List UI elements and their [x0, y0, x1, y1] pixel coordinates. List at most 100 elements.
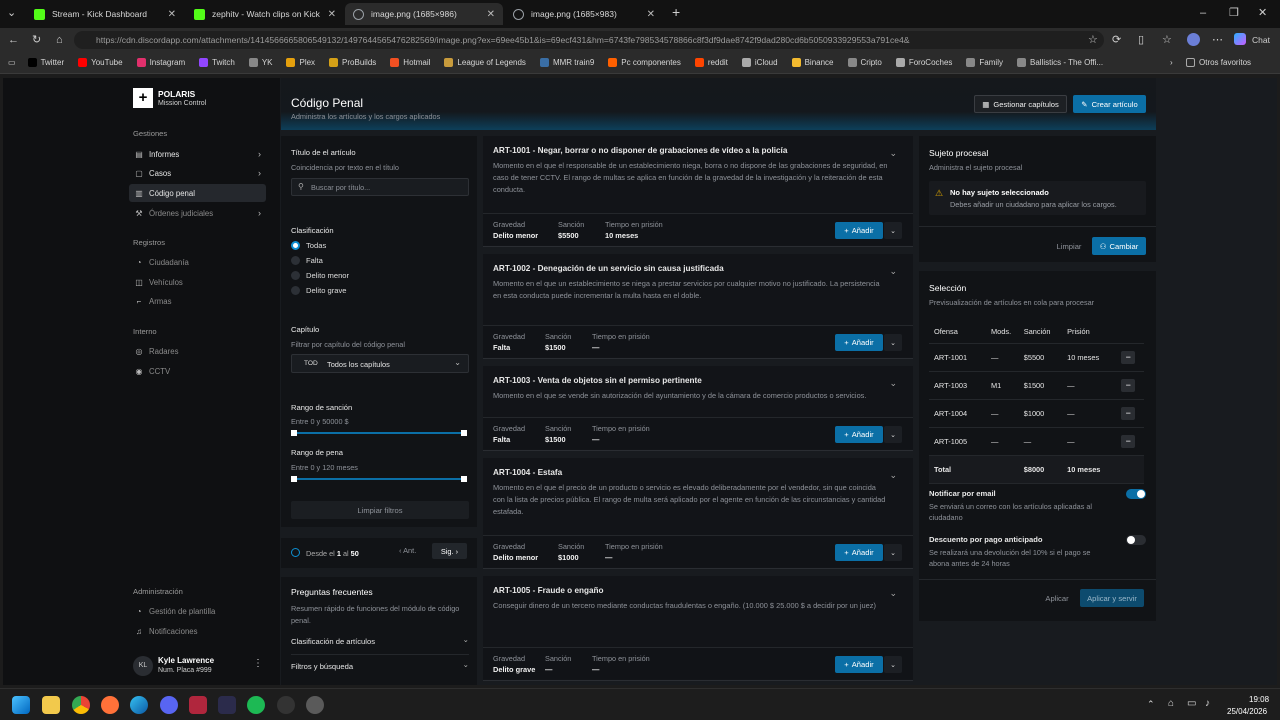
apply-and-serve-button[interactable]: Aplicar y servir	[1080, 589, 1144, 607]
sidebar-item-armas[interactable]: ⌐ Armas	[129, 292, 266, 310]
bookmark-more-icon[interactable]: ›	[1170, 58, 1173, 67]
favorites-icon[interactable]: ☆	[1162, 34, 1172, 46]
slider-min-handle[interactable]	[291, 430, 297, 436]
close-icon[interactable]: ✕	[647, 9, 655, 20]
apply-button[interactable]: Aplicar	[1037, 589, 1077, 607]
sidebar-item-vehiculos[interactable]: ◫ Vehículos	[129, 273, 266, 291]
bookmark-item[interactable]: MMR train9	[539, 58, 594, 67]
sentence-slider[interactable]	[291, 476, 467, 482]
slider-min-handle[interactable]	[291, 476, 297, 482]
discord-icon[interactable]	[160, 696, 178, 714]
clock-date[interactable]: 25/04/2026	[1227, 707, 1267, 716]
split-screen-icon[interactable]: ▯	[1138, 34, 1144, 46]
bookmark-item[interactable]: League of Legends	[444, 58, 526, 67]
url-field[interactable]: https://cdn.discordapp.com/attachments/1…	[74, 31, 1104, 49]
windows-start-icon[interactable]	[12, 696, 30, 714]
bookmark-item[interactable]: YouTube	[78, 58, 123, 67]
chevron-down-icon[interactable]: ⌄	[889, 378, 897, 389]
radio-delito-grave[interactable]: Delito grave	[291, 286, 347, 295]
remove-row-button[interactable]: −	[1121, 434, 1136, 448]
copilot-icon[interactable]	[1234, 33, 1246, 45]
edge-icon[interactable]	[130, 696, 148, 714]
chevron-down-icon[interactable]: ⌄	[889, 266, 897, 277]
chapter-select[interactable]: TOD Todos los capítulos ⌄	[291, 354, 469, 373]
maximize-icon[interactable]: ❐	[1229, 7, 1239, 19]
remove-row-button[interactable]: −	[1121, 406, 1136, 420]
bookmark-item[interactable]: Cripto	[847, 58, 882, 67]
spotify-icon[interactable]	[247, 696, 265, 714]
bookmark-item[interactable]: iCloud	[741, 58, 778, 67]
browser-tab-active[interactable]: image.png (1685×986) ✕	[345, 3, 503, 25]
volume-icon[interactable]: ♪	[1205, 698, 1210, 709]
tab-menu-icon[interactable]: ⌄	[7, 7, 16, 19]
minimize-icon[interactable]: –	[1200, 7, 1206, 19]
bookmark-item[interactable]: Binance	[791, 58, 834, 67]
bookmarks-toggle-icon[interactable]: ▭	[8, 58, 16, 67]
sidebar-item-codigo-penal[interactable]: ▥ Código penal	[129, 184, 266, 202]
close-window-icon[interactable]: ✕	[1258, 7, 1267, 19]
change-subject-button[interactable]: ⚇ Cambiar	[1092, 237, 1146, 255]
faq-item-clasificacion[interactable]: Clasificación de artículos ⌄	[291, 635, 469, 655]
bookmark-item[interactable]: Pc componentes	[608, 58, 681, 67]
sidebar-item-casos[interactable]: ▢ Casos ›	[129, 164, 266, 182]
star-icon[interactable]: ☆	[1088, 34, 1098, 46]
more-icon[interactable]: ⋯	[1212, 34, 1223, 46]
browser-tab[interactable]: image.png (1685×983) ✕	[505, 3, 663, 25]
remove-row-button[interactable]: −	[1121, 350, 1136, 364]
bookmark-item[interactable]: Ballistics - The Offi...	[1016, 58, 1103, 67]
sidebar-item-notificaciones[interactable]: ♫ Notificaciones	[129, 622, 266, 640]
add-options-dropdown[interactable]: ⌄	[884, 544, 902, 561]
add-article-button[interactable]: + Añadir	[835, 222, 883, 239]
tray-icon[interactable]: ▭	[1187, 698, 1196, 709]
profile-icon[interactable]	[1187, 33, 1200, 46]
radio-falta[interactable]: Falta	[291, 256, 323, 265]
add-options-dropdown[interactable]: ⌄	[884, 222, 902, 239]
close-icon[interactable]: ✕	[168, 9, 176, 20]
early-payment-toggle[interactable]	[1126, 535, 1146, 545]
add-article-button[interactable]: + Añadir	[835, 334, 883, 351]
chevron-down-icon[interactable]: ⌄	[889, 470, 897, 481]
settings-icon[interactable]	[306, 696, 324, 714]
bookmark-item[interactable]: Family	[966, 58, 1003, 67]
sidebar-item-ordenes[interactable]: ⚒ Órdenes judiciales ›	[129, 204, 266, 222]
reload-icon[interactable]: ↻	[32, 34, 41, 46]
steam-icon[interactable]	[277, 696, 295, 714]
faq-item-filtros[interactable]: Filtros y búsqueda ⌄	[291, 660, 469, 680]
notify-email-toggle[interactable]	[1126, 489, 1146, 499]
file-explorer-icon[interactable]	[42, 696, 60, 714]
user-menu-icon[interactable]: ⋮	[253, 658, 263, 669]
bookmark-item[interactable]: Twitter	[27, 58, 64, 67]
extensions-icon[interactable]: ⟳	[1112, 34, 1121, 46]
close-icon[interactable]: ✕	[487, 9, 495, 20]
chevron-down-icon[interactable]: ⌄	[889, 588, 897, 599]
new-tab-icon[interactable]: +	[672, 5, 680, 19]
bookmark-item[interactable]: reddit	[694, 58, 728, 67]
radio-delito-menor[interactable]: Delito menor	[291, 271, 349, 280]
create-article-button[interactable]: ✎ Crear artículo	[1073, 95, 1146, 113]
bookmark-item[interactable]: ForoCoches	[895, 58, 952, 67]
sidebar-item-ciudadania[interactable]: ◔ Ciudadanía	[129, 253, 266, 271]
chevron-down-icon[interactable]: ⌄	[889, 148, 897, 159]
clear-subject-button[interactable]: Limpiar	[1049, 237, 1089, 255]
home-icon[interactable]: ⌂	[56, 34, 63, 46]
browser-tab[interactable]: zephitv - Watch clips on Kick ✕	[186, 3, 344, 25]
other-favorites[interactable]: Otros favoritos	[1186, 58, 1251, 67]
browser-tab[interactable]: Stream - Kick Dashboard ✕	[26, 3, 184, 25]
chat-label[interactable]: Chat	[1252, 34, 1270, 46]
bookmark-item[interactable]: Plex	[286, 58, 315, 67]
next-page-button[interactable]: Sig. ›	[432, 543, 467, 559]
back-icon[interactable]: ←	[8, 34, 19, 46]
sidebar-item-informes[interactable]: ▤ Informes ›	[129, 145, 266, 163]
slider-max-handle[interactable]	[461, 430, 467, 436]
bookmark-item[interactable]: Hotmail	[390, 58, 430, 67]
sidebar-item-plantilla[interactable]: ◔ Gestión de plantilla	[129, 602, 266, 620]
bookmark-item[interactable]: YK	[248, 58, 272, 67]
network-icon[interactable]: ⌂	[1168, 698, 1174, 709]
add-options-dropdown[interactable]: ⌄	[884, 334, 902, 351]
bookmark-item[interactable]: Twitch	[199, 58, 235, 67]
sidebar-item-cctv[interactable]: ◉ CCTV	[129, 362, 266, 380]
manage-chapters-button[interactable]: ▦ Gestionar capítulos	[974, 95, 1067, 113]
bookmark-item[interactable]: ProBuilds	[329, 58, 376, 67]
app-icon[interactable]	[189, 696, 207, 714]
next-app-icon[interactable]	[218, 696, 236, 714]
